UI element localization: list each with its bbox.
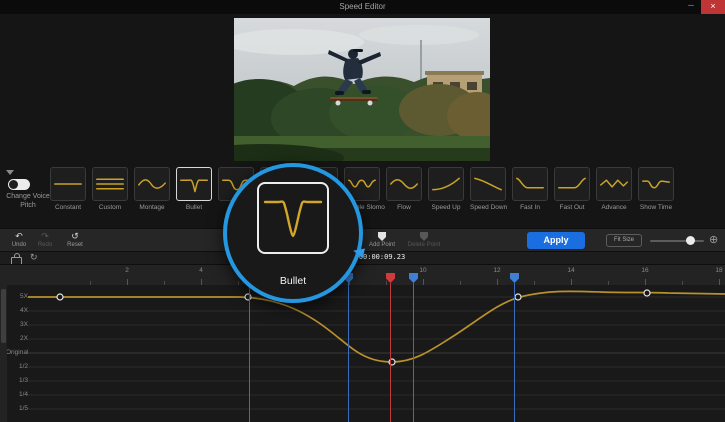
preset-custom[interactable]: Custom xyxy=(92,167,128,211)
preset-advance[interactable]: Advance xyxy=(596,167,632,211)
preset-curve-thumbnail xyxy=(554,167,590,201)
keyframe-point[interactable] xyxy=(644,290,650,296)
preset-label: Speed Down xyxy=(470,204,506,211)
preset-label: Fast Out xyxy=(554,204,590,211)
flip-curve-icon[interactable]: ↻ xyxy=(30,252,38,263)
keyframe-point[interactable] xyxy=(515,294,521,300)
undo-icon: ↶ xyxy=(6,231,32,241)
playhead-line xyxy=(390,283,391,422)
fit-size-button[interactable]: Fit Size xyxy=(606,234,642,247)
close-button[interactable]: × xyxy=(701,0,725,14)
preset-show-time[interactable]: Show Time xyxy=(638,167,674,211)
scale-label: Original xyxy=(6,349,28,356)
speed-curve xyxy=(28,291,725,362)
vertical-scrollbar xyxy=(0,285,7,422)
undo-button[interactable]: ↶ Undo xyxy=(6,231,32,248)
keyframe-line xyxy=(348,283,349,422)
zoom-slider-track[interactable] xyxy=(650,240,704,242)
delete-point-button[interactable]: Delete Point xyxy=(402,231,446,248)
preset-label: Speed Up xyxy=(428,204,464,211)
keyframe-line xyxy=(413,283,414,422)
preset-curve-thumbnail xyxy=(512,167,548,201)
preset-curve-thumbnail xyxy=(428,167,464,201)
preset-label: Advance xyxy=(596,204,632,211)
preset-magnifier: Bullet xyxy=(223,163,363,303)
reset-icon: ↺ xyxy=(60,231,90,241)
preset-curve-thumbnail xyxy=(638,167,674,201)
preset-label: Montage xyxy=(134,204,170,211)
delete-point-icon xyxy=(420,232,428,241)
speed-curve-canvas xyxy=(0,285,725,422)
speed-editor-window: Speed Editor – × xyxy=(0,0,725,422)
add-point-button[interactable]: Add Point xyxy=(364,231,400,248)
scale-label: 4X xyxy=(6,307,28,314)
preset-strip: ConstantCustomMontageBulletDouble SlomoF… xyxy=(50,167,674,211)
timeline-ruler[interactable]: 24681012141618 xyxy=(0,264,725,285)
zoom-slider-knob[interactable] xyxy=(686,236,695,245)
minimize-button[interactable]: – xyxy=(681,0,701,14)
ruler-tick-label: 14 xyxy=(563,267,579,274)
preset-curve-thumbnail xyxy=(470,167,506,201)
video-preview xyxy=(234,18,490,161)
preset-fast-out[interactable]: Fast Out xyxy=(554,167,590,211)
preset-curve-thumbnail xyxy=(386,167,422,201)
scale-label: 1/2 xyxy=(6,363,28,370)
scale-label: 1/4 xyxy=(6,391,28,398)
keyframe-point[interactable] xyxy=(57,294,63,300)
preset-montage[interactable]: Montage xyxy=(134,167,170,211)
magnified-preset-label: Bullet xyxy=(227,275,359,287)
ruler-tick-label: 18 xyxy=(711,267,725,274)
voice-pitch-toggle[interactable] xyxy=(8,179,30,190)
preset-fast-in[interactable]: Fast In xyxy=(512,167,548,211)
redo-icon: ↷ xyxy=(32,231,58,241)
titlebar: Speed Editor – × xyxy=(0,0,725,14)
preset-label: Flow xyxy=(386,204,422,211)
magnified-bullet-thumbnail xyxy=(257,182,329,254)
toggle-knob xyxy=(9,180,18,189)
scale-label: 1/3 xyxy=(6,377,28,384)
scale-label: 1/5 xyxy=(6,405,28,412)
keyframe-point[interactable] xyxy=(245,294,251,300)
preset-flow[interactable]: Flow xyxy=(386,167,422,211)
preset-curve-thumbnail xyxy=(50,167,86,201)
window-title: Speed Editor xyxy=(0,0,725,14)
ruler-tick-label: 4 xyxy=(193,267,209,274)
preset-curve-thumbnail xyxy=(596,167,632,201)
preset-label: Bullet xyxy=(176,204,212,211)
preset-speed-up[interactable]: Speed Up xyxy=(428,167,464,211)
preset-bullet[interactable]: Bullet xyxy=(176,167,212,211)
preset-curve-thumbnail xyxy=(176,167,212,201)
ruler-tick-label: 16 xyxy=(637,267,653,274)
preset-constant[interactable]: Constant xyxy=(50,167,86,211)
preset-label: Custom xyxy=(92,204,128,211)
ruler-tick-label: 12 xyxy=(489,267,505,274)
preset-speed-down[interactable]: Speed Down xyxy=(470,167,506,211)
voice-pitch-label: Change Voice Pitch xyxy=(1,193,55,210)
zoom-in-icon[interactable]: ⊕ xyxy=(709,233,718,246)
keyframe-line xyxy=(514,283,515,422)
apply-button[interactable]: Apply xyxy=(527,232,585,249)
redo-button[interactable]: ↷ Redo xyxy=(32,231,58,248)
ruler-tick-label: 2 xyxy=(119,267,135,274)
preset-curve-thumbnail xyxy=(92,167,128,201)
scrollbar-handle[interactable] xyxy=(1,289,6,343)
keyframe-line xyxy=(249,283,250,422)
scale-label: 5X xyxy=(6,293,28,300)
scale-label: 3X xyxy=(6,321,28,328)
add-point-icon xyxy=(378,232,386,241)
preset-label: Show Time xyxy=(638,204,674,211)
scale-label: 2X xyxy=(6,335,28,342)
window-controls: – × xyxy=(681,0,725,14)
preset-label: Constant xyxy=(50,204,86,211)
reset-button[interactable]: ↺ Reset xyxy=(60,231,90,248)
preset-label: Fast In xyxy=(512,204,548,211)
ruler-tick-label: 10 xyxy=(415,267,431,274)
collapse-arrow-icon[interactable] xyxy=(6,170,14,175)
preset-curve-thumbnail xyxy=(134,167,170,201)
